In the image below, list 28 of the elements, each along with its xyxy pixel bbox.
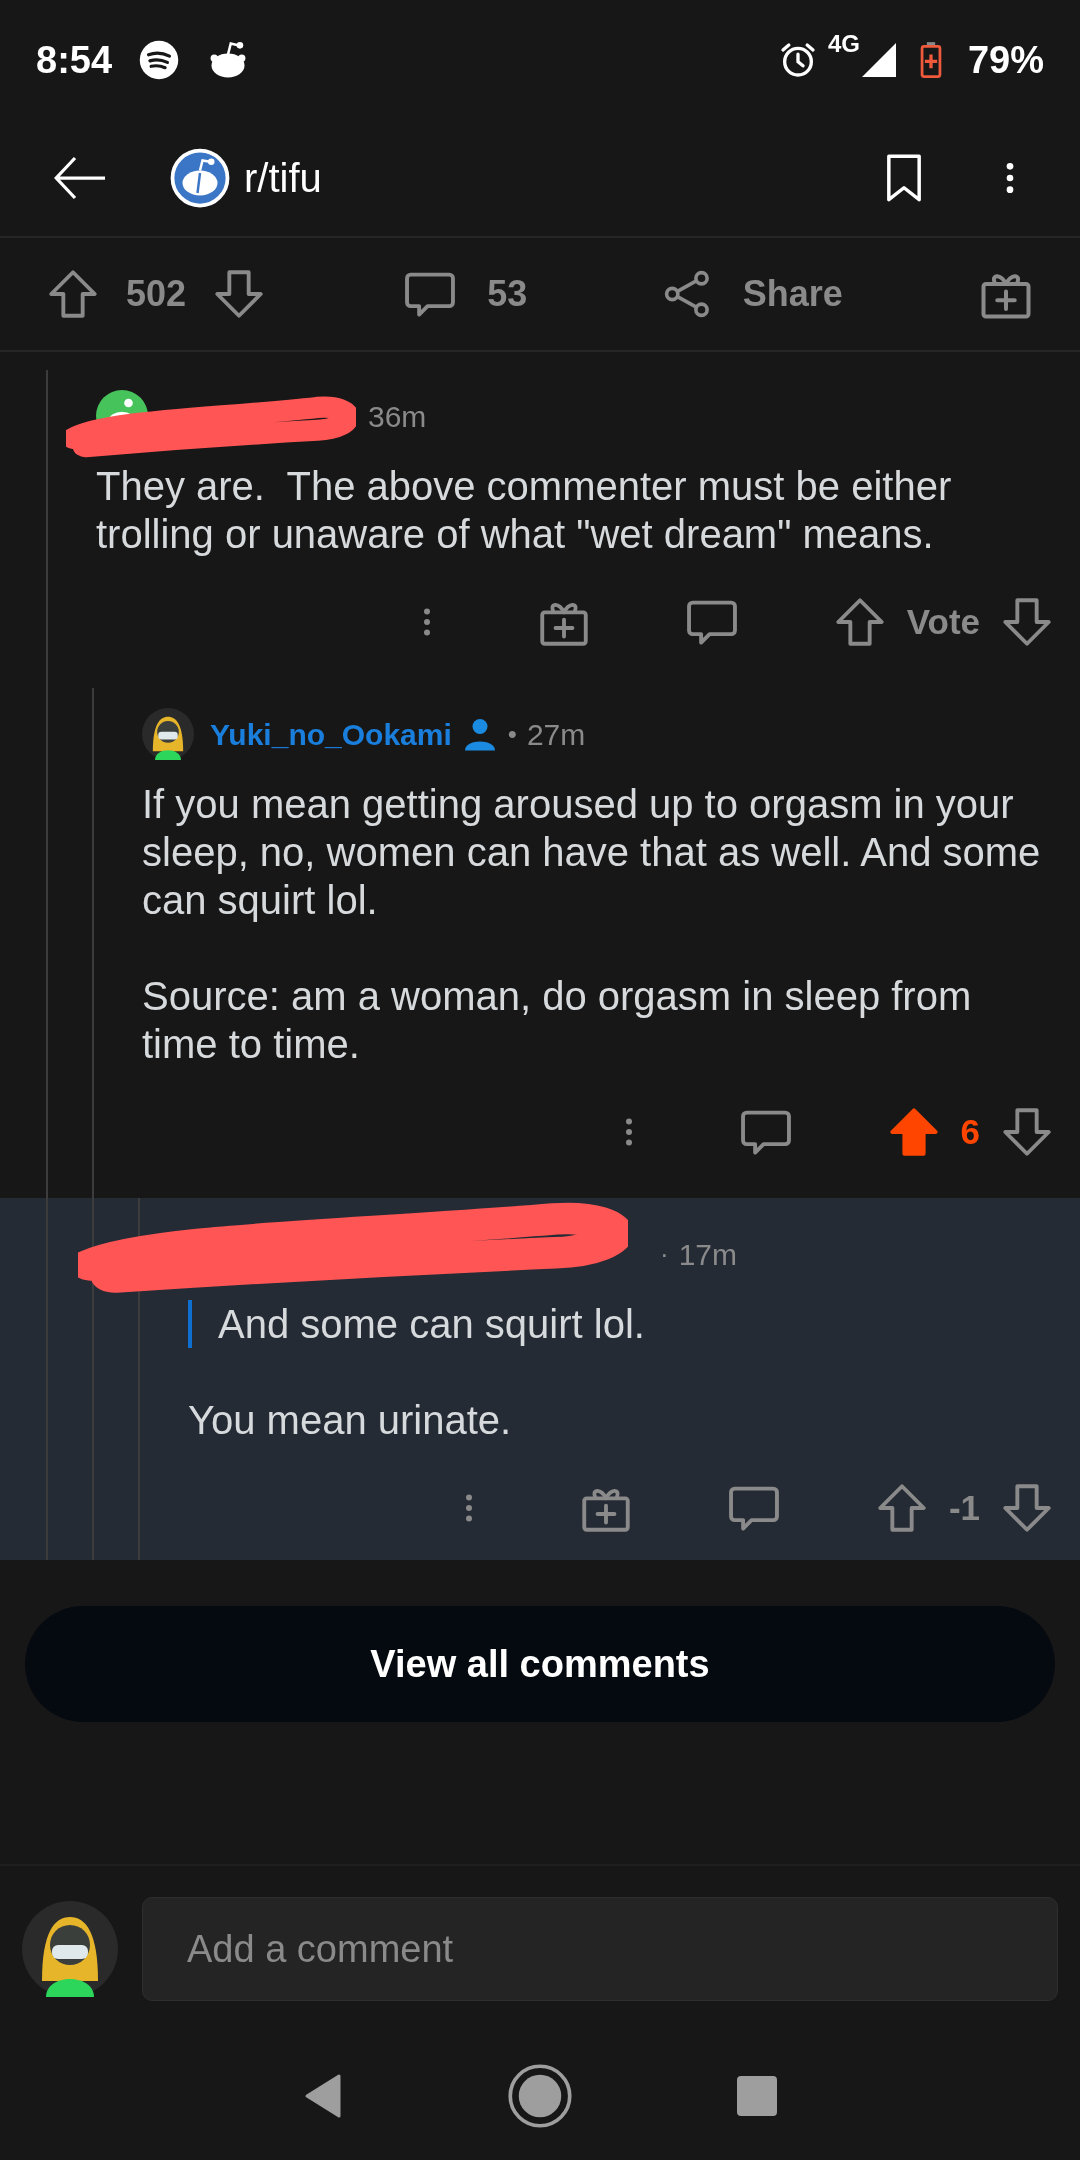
battery-level: 79% [967, 37, 1044, 83]
quote-text: And some can squirt lol. [218, 1301, 646, 1348]
post-score: 502 [126, 272, 187, 316]
subreddit-icon[interactable] [170, 148, 230, 208]
vote-score: 6 [960, 1110, 980, 1153]
comment-time: 36m [368, 398, 427, 435]
signal-icon [861, 43, 896, 77]
username[interactable]: Yuki_no_Ookami [210, 711, 452, 757]
separator-dot: • [507, 717, 517, 751]
comment-text: You mean urinate. [188, 1397, 513, 1444]
vote-score: -1 [948, 1486, 980, 1529]
comment-text: They are. The above commenter must be either trolling or unaware of what "wet dream" means. [96, 463, 953, 558]
comment-input-field[interactable]: Add a comment [142, 1897, 1058, 2001]
comment-count: 53 [487, 272, 528, 316]
share-button[interactable]: Share [660, 267, 843, 321]
vote-score: Vote [906, 600, 980, 643]
comment-time: 17m [678, 1236, 738, 1273]
network-type: 4G [827, 29, 860, 59]
subreddit-name[interactable]: r/tifu [244, 148, 322, 208]
home-nav-icon[interactable] [506, 2062, 574, 2130]
comment-text: If you mean getting aroused up to orgasm in your sleep, no, women can have that as well. And some can squirt lol. [142, 781, 1042, 924]
status-time: 8:54 [36, 37, 113, 83]
music-app-icon [138, 39, 181, 81]
view-all-comments-button[interactable]: View all comments [25, 1606, 1055, 1722]
battery-icon [919, 40, 942, 80]
comment-time: 27m [526, 716, 586, 753]
separator-dot: · [660, 1237, 669, 1271]
comment-text: Source: am a woman, do orgasm in sleep from time to time. [142, 973, 973, 1068]
